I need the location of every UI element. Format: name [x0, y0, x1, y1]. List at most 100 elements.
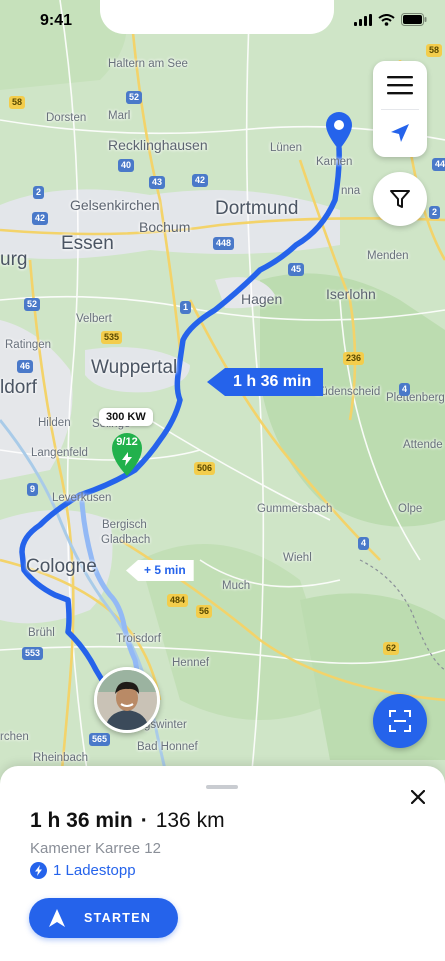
road-shield: 4: [399, 383, 411, 396]
lightning-icon: [122, 452, 132, 466]
road-shield: 52: [126, 91, 143, 104]
place-dortmund: Dortmund: [215, 198, 299, 219]
road-shield: 448: [213, 237, 235, 250]
place-leverkusen: Leverkusen: [52, 492, 112, 504]
battery-icon: [401, 13, 427, 26]
road-shield: 484: [167, 594, 189, 607]
route-summary: 1 h 36 min · 136 km: [30, 809, 225, 833]
charging-bolt-icon: [30, 862, 47, 879]
place-urg: urg: [0, 249, 28, 270]
close-button[interactable]: [406, 785, 430, 809]
place-olpe: Olpe: [398, 503, 423, 515]
place-menden: Menden: [367, 250, 409, 262]
locate-button[interactable]: [373, 109, 427, 157]
close-icon: [411, 790, 425, 804]
place-plettenberg: Plettenberg: [386, 392, 445, 404]
filter-funnel-icon: [390, 190, 410, 208]
place-lunen: Lünen: [270, 142, 302, 154]
place-unna: nna: [341, 185, 361, 197]
place-bruhl: Brühl: [28, 627, 55, 639]
destination-pin: [326, 112, 352, 150]
place-bad-honnef: Bad Honnef: [137, 741, 198, 753]
start-button-label: STARTEN: [84, 911, 152, 925]
place-hagen: Hagen: [241, 291, 283, 307]
road-shield: 553: [22, 647, 44, 660]
charger-power-badge[interactable]: 300 KW: [99, 408, 153, 426]
place-rchen: rchen: [0, 731, 29, 743]
route-distance: 136 km: [155, 809, 225, 832]
place-gladbach: Gladbach: [101, 534, 151, 546]
menu-button[interactable]: [373, 61, 427, 109]
road-shield: 58: [9, 96, 26, 109]
scan-button[interactable]: [373, 694, 427, 748]
route-duration-label[interactable]: 1 h 36 min: [207, 368, 324, 396]
avatar[interactable]: [94, 667, 160, 733]
road-shield: 1: [180, 301, 192, 314]
place-gummersbach: Gummersbach: [257, 503, 333, 515]
road-shield: 56: [196, 605, 213, 618]
place-iserlohn: Iserlohn: [326, 286, 376, 302]
place-hennef: Hennef: [172, 657, 210, 669]
summary-separator: ·: [140, 809, 148, 832]
sheet-drag-handle[interactable]: [206, 785, 238, 789]
road-shield: 40: [118, 159, 135, 172]
place-velbert: Velbert: [76, 313, 112, 325]
place-langenfeld: Langenfeld: [31, 447, 88, 459]
place-recklinghausen: Recklinghausen: [108, 137, 208, 153]
route-duration: 1 h 36 min: [30, 809, 133, 832]
place-ratingen: Ratingen: [5, 339, 52, 351]
wifi-icon: [378, 13, 395, 26]
place-gelsenkirchen: Gelsenkirchen: [70, 197, 160, 213]
destination-address: Kamener Karree 12: [30, 840, 161, 857]
navigation-arrow-icon: [391, 124, 409, 142]
navigation-start-icon: [49, 909, 65, 927]
road-shield: 52: [24, 298, 41, 311]
road-shield: 46: [17, 360, 34, 373]
road-shield: 62: [383, 642, 400, 655]
road-shield: 45: [288, 263, 305, 276]
hamburger-menu-icon: [387, 76, 413, 95]
scan-frame-icon: [389, 710, 411, 732]
place-kamen: Kamen: [316, 156, 353, 168]
road-shield: 4: [358, 537, 370, 550]
place-haltern: Haltern am See: [108, 58, 188, 70]
place-bergisch: Bergisch: [102, 519, 147, 531]
road-shield: 236: [343, 352, 365, 365]
device-notch: [100, 0, 334, 34]
place-ludenscheid: Lüdenscheid: [315, 386, 381, 398]
road-shield: 2: [429, 206, 441, 219]
place-troisdorf: Troisdorf: [116, 633, 161, 645]
road-shield: 43: [149, 176, 166, 189]
place-attendorn: Attende: [403, 439, 443, 451]
place-wiehl: Wiehl: [283, 552, 312, 564]
charging-stops-label: 1 Ladestopp: [53, 862, 136, 879]
place-essen: Essen: [61, 233, 114, 254]
place-dorsten: Dorsten: [46, 112, 87, 124]
road-shield: 506: [194, 462, 216, 475]
road-shield: 42: [192, 174, 209, 187]
road-shield: 9: [27, 483, 39, 496]
place-bochum: Bochum: [139, 219, 191, 235]
place-hilden: Hilden: [38, 417, 71, 429]
place-cologne: Cologne: [26, 556, 97, 577]
road-shield: 44: [432, 158, 445, 171]
place-rheinbach: Rheinbach: [33, 752, 88, 764]
place-wuppertal: Wuppertal: [91, 357, 178, 378]
start-button[interactable]: STARTEN: [29, 898, 178, 938]
status-bar: 9:41: [0, 0, 445, 44]
place-ldorf: ldorf: [0, 377, 37, 398]
alternative-route-label[interactable]: + 5 min: [126, 560, 194, 581]
filter-button[interactable]: [373, 172, 427, 226]
cellular-signal-icon: [354, 13, 372, 26]
charging-stops[interactable]: 1 Ladestopp: [30, 862, 136, 879]
place-marl: Marl: [108, 110, 131, 122]
place-much: Much: [222, 580, 251, 592]
road-shield: 58: [426, 44, 443, 57]
route-bottom-sheet: 1 h 36 min · 136 km Kamener Karree 12 1 La…: [0, 766, 445, 961]
map-control-group: [373, 61, 427, 157]
road-shield: 2: [33, 186, 45, 199]
charger-count[interactable]: 9/12: [112, 436, 142, 448]
road-shield: 42: [32, 212, 49, 225]
road-shield: 535: [101, 331, 123, 344]
road-shield: 565: [89, 733, 111, 746]
